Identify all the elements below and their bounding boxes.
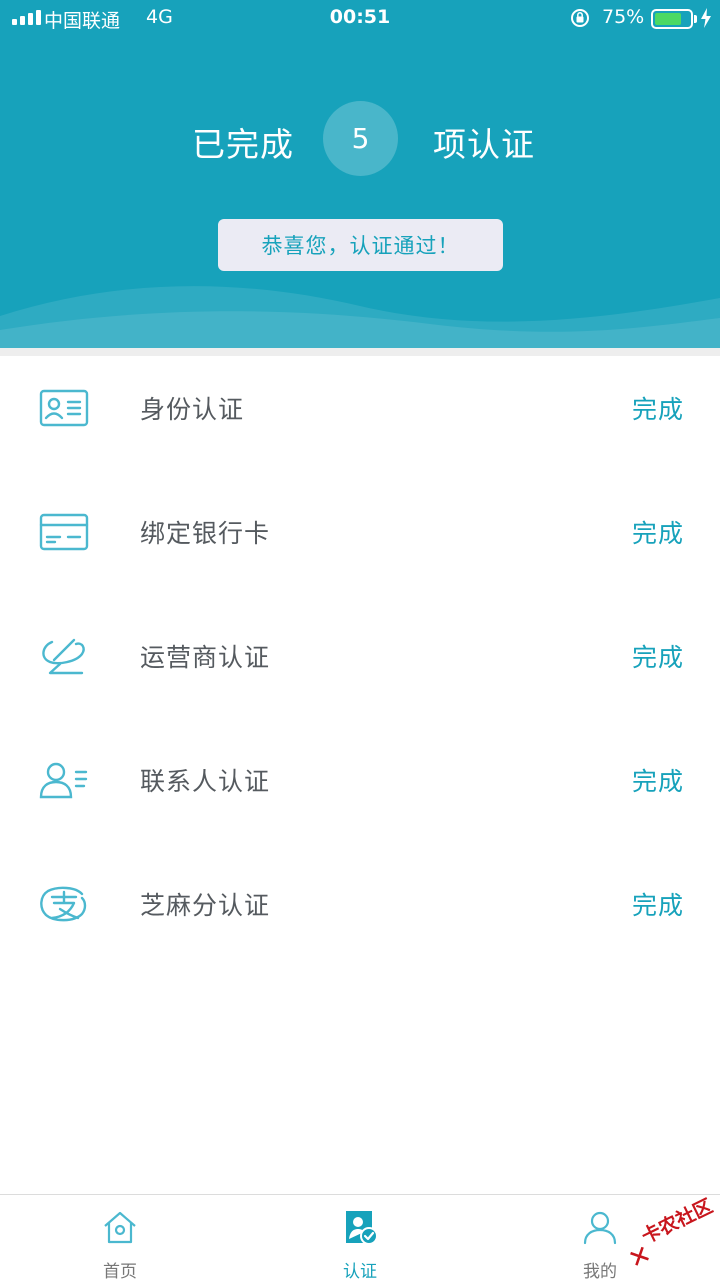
battery-cap xyxy=(694,15,697,23)
battery-percent: 75% xyxy=(602,6,645,28)
auth-item-status: 完成 xyxy=(631,519,684,548)
completed-count-badge: 5 xyxy=(323,101,398,176)
auth-item-label: 芝麻分认证 xyxy=(140,891,271,920)
header-wave-decoration xyxy=(0,286,720,348)
id-card-icon xyxy=(39,389,89,427)
auth-item-status: 完成 xyxy=(631,767,684,796)
charging-icon xyxy=(701,8,711,28)
auth-item-status: 完成 xyxy=(631,891,684,920)
auth-item-label: 运营商认证 xyxy=(140,643,271,672)
auth-item-identity[interactable]: 身份认证 完成 xyxy=(0,356,720,460)
tab-verify[interactable]: 认证 xyxy=(300,1195,420,1280)
auth-item-label: 身份认证 xyxy=(140,395,245,424)
battery-level-fill xyxy=(655,13,681,25)
auth-item-status: 完成 xyxy=(631,395,684,424)
auth-item-label: 联系人认证 xyxy=(140,767,271,796)
congrats-banner: 恭喜您，认证通过！ xyxy=(218,219,503,271)
tab-label: 认证 xyxy=(343,1262,377,1280)
tab-label: 首页 xyxy=(103,1262,137,1280)
contacts-icon xyxy=(39,762,88,799)
section-divider xyxy=(0,348,720,356)
auth-item-status: 完成 xyxy=(631,643,684,672)
auth-item-operator[interactable]: 运营商认证 完成 xyxy=(0,604,720,708)
bottom-tab-bar: 首页 认证 我的 xyxy=(0,1194,720,1280)
home-icon xyxy=(104,1211,136,1244)
rotation-lock-icon xyxy=(571,9,589,27)
tab-home[interactable]: 首页 xyxy=(60,1195,180,1280)
bank-card-icon xyxy=(39,513,89,551)
header-banner: 中国联通 4G 00:51 75% 已完成 5 项认证 恭喜您，认证通过！ xyxy=(0,0,720,348)
alipay-icon xyxy=(40,886,87,922)
completed-suffix-text: 项认证 xyxy=(433,125,535,164)
auth-item-sesame[interactable]: 芝麻分认证 完成 xyxy=(0,852,720,956)
verify-icon xyxy=(346,1211,378,1245)
watermark-text: 卡农社区 xyxy=(638,1195,717,1249)
completed-prefix-text: 已完成 xyxy=(192,125,294,164)
auth-item-label: 绑定银行卡 xyxy=(140,519,271,548)
auth-item-contacts[interactable]: 联系人认证 完成 xyxy=(0,728,720,832)
battery-icon xyxy=(651,9,693,29)
operator-icon xyxy=(42,638,85,675)
auth-item-bank-card[interactable]: 绑定银行卡 完成 xyxy=(0,480,720,584)
status-bar: 中国联通 4G 00:51 75% xyxy=(0,0,720,38)
